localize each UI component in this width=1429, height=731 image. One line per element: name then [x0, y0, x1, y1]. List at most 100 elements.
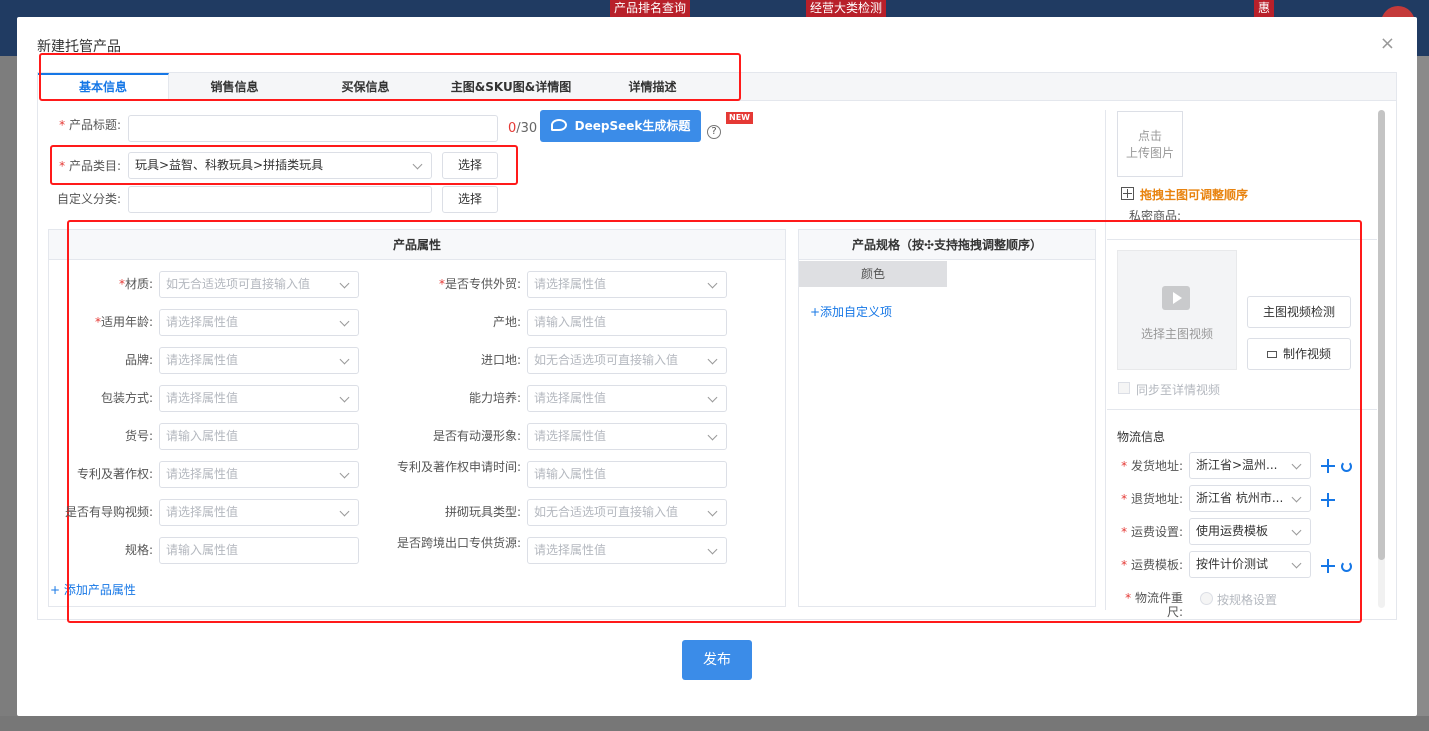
- add-freight-template-icon[interactable]: [1321, 559, 1335, 573]
- upload-line1: 点击: [1137, 129, 1162, 143]
- refresh-freight-template-icon[interactable]: [1341, 561, 1352, 572]
- add-return-address-icon[interactable]: [1321, 493, 1335, 507]
- logistics-title: 物流信息: [1117, 430, 1166, 444]
- new-badge: NEW: [726, 112, 753, 124]
- deepseek-logo-icon: [550, 119, 567, 131]
- category-select-button[interactable]: 选择: [442, 152, 498, 179]
- add-ship-address-icon[interactable]: [1321, 459, 1335, 473]
- attribute-select[interactable]: 请选择属性值: [159, 347, 359, 374]
- attribute-select[interactable]: 请选择属性值: [527, 385, 727, 412]
- title-char-count: 0/30: [508, 121, 538, 136]
- close-icon[interactable]: ×: [1380, 35, 1395, 53]
- attribute-input[interactable]: 请输入属性值: [159, 423, 359, 450]
- return-address-label: * 退货地址:: [1121, 492, 1183, 506]
- drag-order-hint: 拖拽主图可调整顺序: [1140, 188, 1249, 202]
- tab-guarantee-info[interactable]: 买保信息: [300, 73, 431, 101]
- weight-by-spec-label: 按规格设置: [1217, 593, 1278, 607]
- attribute-select[interactable]: 请选择属性值: [159, 385, 359, 412]
- attribute-input[interactable]: 请输入属性值: [527, 309, 727, 336]
- attribute-label: 品牌:: [124, 353, 153, 367]
- media-divider-1: [1107, 239, 1377, 240]
- upload-image-button[interactable]: 点击 上传图片: [1117, 111, 1183, 177]
- attribute-select[interactable]: 请选择属性值: [159, 461, 359, 488]
- attribute-label: 包装方式:: [100, 391, 153, 405]
- make-video-button[interactable]: 制作视频: [1247, 338, 1351, 370]
- weight-by-spec-radio[interactable]: [1200, 592, 1213, 605]
- chevron-down-icon: [412, 159, 423, 170]
- attribute-select[interactable]: 请选择属性值: [527, 271, 727, 298]
- tab-basic-info[interactable]: 基本信息: [38, 73, 169, 101]
- new-product-modal: 新建托管产品 × 基本信息 销售信息 买保信息 主图&SKU图&详情图 详情描述…: [17, 17, 1417, 716]
- chevron-down-icon: [707, 278, 718, 289]
- attribute-label: 规格:: [124, 543, 153, 557]
- product-title-label: * 产品标题:: [59, 118, 121, 132]
- custom-category-input[interactable]: [128, 186, 432, 213]
- select-video-label: 选择主图视频: [1140, 327, 1213, 341]
- background-scroll-strip: [1417, 56, 1429, 731]
- freight-template-select[interactable]: 按件计价测试: [1189, 551, 1311, 578]
- ship-address-label: * 发货地址:: [1121, 459, 1183, 473]
- tab-description[interactable]: 详情描述: [591, 73, 714, 101]
- attribute-select[interactable]: 如无合适选项可直接输入值: [527, 499, 727, 526]
- ship-address-select[interactable]: 浙江省>温州...: [1189, 452, 1311, 479]
- freight-setting-select[interactable]: 使用运费模板: [1189, 518, 1311, 545]
- attribute-select[interactable]: 请选择属性值: [527, 537, 727, 564]
- spec-color-column[interactable]: 颜色: [799, 261, 947, 287]
- tab-bar: 基本信息 销售信息 买保信息 主图&SKU图&详情图 详情描述: [38, 73, 1396, 101]
- chevron-down-icon: [1291, 492, 1302, 503]
- product-attributes-header: 产品属性: [49, 230, 785, 260]
- private-product-label: 私密商品:: [1129, 209, 1182, 223]
- attribute-select[interactable]: 请选择属性值: [159, 499, 359, 526]
- chevron-down-icon: [707, 506, 718, 517]
- chevron-down-icon: [339, 354, 350, 365]
- modal-title: 新建托管产品: [37, 39, 121, 55]
- attribute-select[interactable]: 如无合适选项可直接输入值: [527, 347, 727, 374]
- attribute-select[interactable]: 请选择属性值: [159, 309, 359, 336]
- publish-button[interactable]: 发布: [682, 640, 752, 680]
- freight-setting-label: * 运费设置:: [1121, 525, 1183, 539]
- add-custom-spec-link[interactable]: +添加自定义项: [810, 303, 892, 320]
- attribute-label: 能力培养:: [468, 391, 521, 405]
- tab-images[interactable]: 主图&SKU图&详情图: [431, 73, 591, 101]
- chevron-down-icon: [339, 316, 350, 327]
- product-title-input[interactable]: [128, 115, 498, 142]
- refresh-ship-address-icon[interactable]: [1341, 461, 1352, 472]
- product-category-select[interactable]: 玩具>益智、科教玩具>拼插类玩具: [128, 152, 432, 179]
- attribute-select[interactable]: 请选择属性值: [527, 423, 727, 450]
- select-main-video-box[interactable]: 选择主图视频: [1117, 250, 1237, 370]
- help-icon[interactable]: ?: [707, 125, 721, 139]
- video-camera-icon: [1266, 351, 1277, 358]
- right-panel-scrollbar-thumb[interactable]: [1378, 110, 1385, 560]
- product-spec-panel: 产品规格（按✣支持拖拽调整顺序） 颜色 +添加自定义项: [798, 229, 1096, 607]
- tab-sales-info[interactable]: 销售信息: [169, 73, 300, 101]
- chevron-down-icon: [1291, 558, 1302, 569]
- deepseek-generate-title-button[interactable]: DeepSeek生成标题: [540, 110, 701, 142]
- attribute-select[interactable]: 如无合适选项可直接输入值: [159, 271, 359, 298]
- chevron-down-icon: [339, 506, 350, 517]
- chevron-down-icon: [707, 392, 718, 403]
- attribute-label: *材质:: [118, 277, 153, 291]
- attribute-label: 专利及著作权:: [76, 467, 153, 481]
- add-product-attribute-link[interactable]: + 添加产品属性: [50, 581, 136, 598]
- product-spec-header: 产品规格（按✣支持拖拽调整顺序）: [799, 230, 1095, 260]
- media-divider-2: [1107, 409, 1377, 410]
- background-tag-ranking: 产品排名查询: [610, 0, 691, 17]
- attribute-label: 是否有导购视频:: [64, 505, 153, 519]
- custom-category-select-button[interactable]: 选择: [442, 186, 498, 213]
- attribute-input[interactable]: 请输入属性值: [527, 461, 727, 488]
- sync-video-checkbox[interactable]: [1118, 382, 1130, 394]
- chevron-down-icon: [1291, 459, 1302, 470]
- attribute-label: 专利及著作权申请时间:: [396, 460, 521, 474]
- chevron-down-icon: [339, 278, 350, 289]
- custom-category-label: 自定义分类:: [56, 192, 121, 206]
- logistics-weight-label: * 物流件重尺:: [1125, 591, 1183, 619]
- attribute-label: 产地:: [492, 315, 521, 329]
- play-icon: [1162, 286, 1190, 310]
- drag-move-icon: [1121, 187, 1134, 200]
- chevron-down-icon: [339, 468, 350, 479]
- sync-video-label: 同步至详情视频: [1136, 383, 1221, 397]
- return-address-select[interactable]: 浙江省 杭州市...: [1189, 485, 1311, 512]
- main-video-check-button[interactable]: 主图视频检测: [1247, 296, 1351, 328]
- chevron-down-icon: [707, 430, 718, 441]
- attribute-input[interactable]: 请输入属性值: [159, 537, 359, 564]
